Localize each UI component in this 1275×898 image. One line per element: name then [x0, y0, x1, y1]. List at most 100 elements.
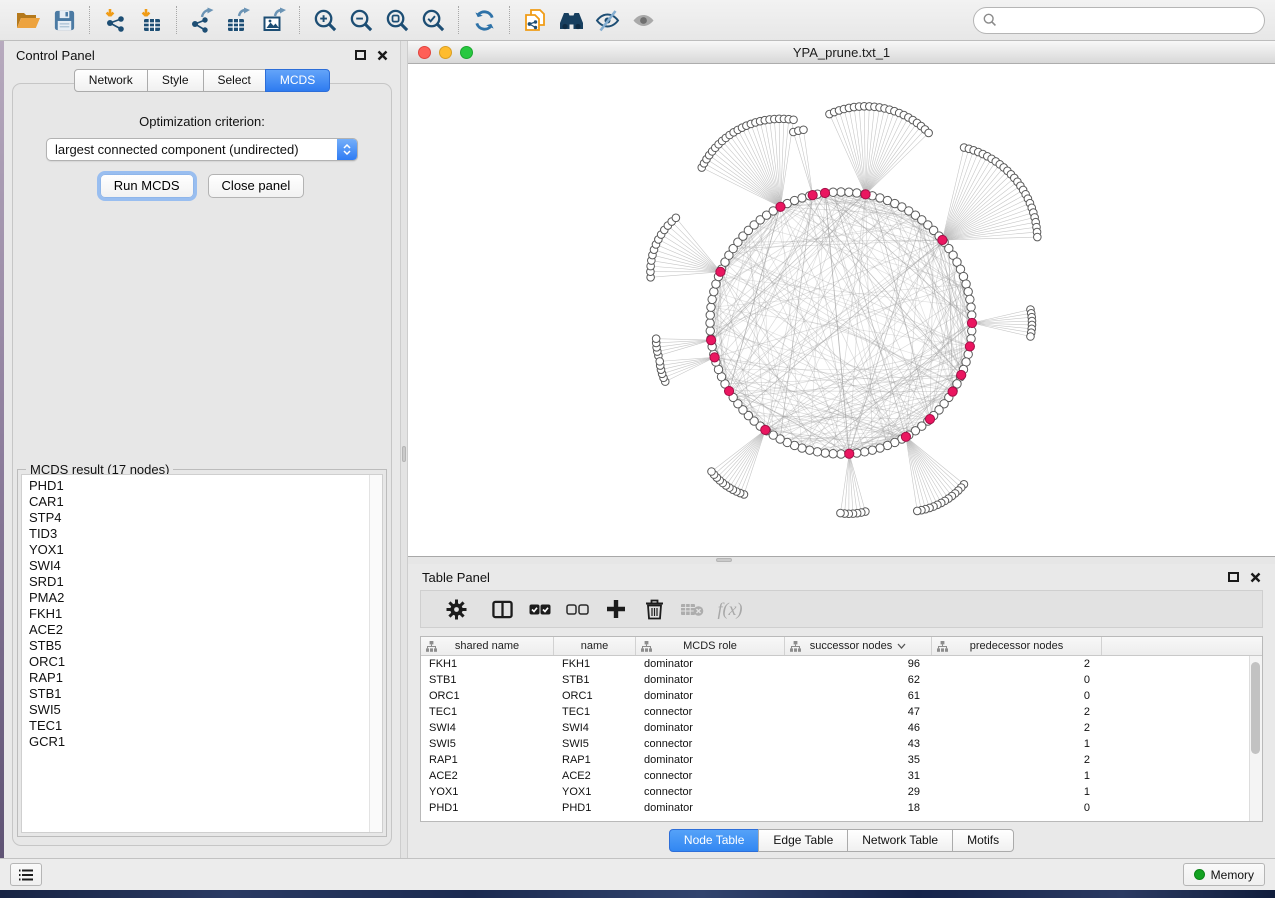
tab-node-table[interactable]: Node Table — [669, 829, 760, 852]
show-all-button[interactable] — [625, 5, 661, 35]
mcds-result-item[interactable]: STB1 — [29, 686, 362, 702]
splitter-grip[interactable] — [402, 446, 406, 462]
column-header-successor-nodes[interactable]: successor nodes — [785, 637, 932, 655]
search-input[interactable] — [1003, 13, 1255, 28]
tab-network[interactable]: Network — [74, 69, 148, 92]
table-scrollbar[interactable] — [1249, 656, 1262, 821]
toolbar-separator — [89, 6, 90, 34]
column-header-shared-name[interactable]: shared name — [421, 637, 554, 655]
mcds-result-item[interactable]: CAR1 — [29, 494, 362, 510]
table-row[interactable]: RAP1RAP1dominator352 — [421, 752, 1262, 768]
create-column-button[interactable] — [597, 594, 635, 624]
import-table-icon — [138, 7, 164, 33]
column-header-MCDS-role[interactable]: MCDS role — [636, 637, 785, 655]
first-neighbors-button[interactable] — [553, 5, 589, 35]
zoom-selected-button[interactable] — [415, 5, 451, 35]
eye-icon — [630, 7, 657, 34]
horizontal-splitter[interactable] — [408, 557, 1275, 564]
mcds-result-item[interactable]: RAP1 — [29, 670, 362, 686]
vertical-splitter[interactable] — [400, 41, 408, 858]
mcds-result-item[interactable]: TID3 — [29, 526, 362, 542]
import-network-button[interactable] — [97, 5, 133, 35]
zoom-fit-button[interactable] — [379, 5, 415, 35]
table-row[interactable]: TEC1TEC1connector472 — [421, 704, 1262, 720]
mcds-result-item[interactable]: ACE2 — [29, 622, 362, 638]
trash-icon — [645, 599, 664, 620]
attribute-tree-icon — [426, 641, 437, 652]
deselect-all-button[interactable] — [559, 594, 597, 624]
tab-mcds[interactable]: MCDS — [265, 69, 330, 92]
table-panel: Table Panel — [408, 564, 1275, 858]
hide-selected-button[interactable] — [589, 5, 625, 35]
table-row[interactable]: FKH1FKH1dominator962 — [421, 656, 1262, 672]
function-builder-button[interactable]: f(x) — [711, 594, 749, 624]
network-graph[interactable] — [408, 64, 1273, 556]
mcds-result-item[interactable]: STP4 — [29, 510, 362, 526]
table-row[interactable]: SWI5SWI5connector431 — [421, 736, 1262, 752]
table-row[interactable]: STB1STB1dominator620 — [421, 672, 1262, 688]
select-all-button[interactable] — [521, 594, 559, 624]
import-table-button[interactable] — [133, 5, 169, 35]
window-minimize-button[interactable] — [439, 46, 452, 59]
tab-style[interactable]: Style — [147, 69, 204, 92]
mcds-result-item[interactable]: TEC1 — [29, 718, 362, 734]
mcds-result-item[interactable]: YOX1 — [29, 542, 362, 558]
table-row[interactable]: SWI4SWI4dominator462 — [421, 720, 1262, 736]
close-panel-icon[interactable] — [377, 50, 388, 61]
delete-column-button[interactable] — [635, 594, 673, 624]
window-close-button[interactable] — [418, 46, 431, 59]
close-panel-icon[interactable] — [1250, 572, 1261, 583]
mcds-result-item[interactable]: SWI5 — [29, 702, 362, 718]
scrollbar-thumb[interactable] — [1251, 662, 1260, 754]
node-table: shared namenameMCDS rolesuccessor nodesp… — [420, 636, 1263, 822]
run-mcds-button[interactable]: Run MCDS — [100, 174, 194, 198]
criterion-select[interactable]: largest connected component (undirected) — [46, 138, 358, 161]
delete-table-button[interactable] — [673, 594, 711, 624]
mcds-result-item[interactable]: ORC1 — [29, 654, 362, 670]
mcds-result-item[interactable]: FKH1 — [29, 606, 362, 622]
export-image-button[interactable] — [256, 5, 292, 35]
mcds-result-item[interactable]: STB5 — [29, 638, 362, 654]
tab-network-table[interactable]: Network Table — [847, 829, 953, 852]
table-row[interactable]: PHD1PHD1dominator180 — [421, 800, 1262, 816]
mcds-result-item[interactable]: GCR1 — [29, 734, 362, 750]
close-panel-button[interactable]: Close panel — [208, 174, 305, 198]
table-row[interactable]: ACE2ACE2connector311 — [421, 768, 1262, 784]
column-header-predecessor-nodes[interactable]: predecessor nodes — [932, 637, 1102, 655]
open-file-button[interactable] — [10, 5, 46, 35]
main-toolbar — [0, 0, 1275, 41]
clone-network-button[interactable] — [517, 5, 553, 35]
zoom-in-button[interactable] — [307, 5, 343, 35]
save-session-button[interactable] — [46, 5, 82, 35]
splitter-grip[interactable] — [716, 558, 732, 562]
tab-edge-table[interactable]: Edge Table — [758, 829, 848, 852]
apply-layout-button[interactable] — [466, 5, 502, 35]
float-panel-icon[interactable] — [355, 50, 366, 60]
mcds-result-item[interactable]: PMA2 — [29, 590, 362, 606]
search-field[interactable] — [973, 7, 1265, 34]
zoom-out-button[interactable] — [343, 5, 379, 35]
table-settings-button[interactable] — [437, 594, 475, 624]
float-panel-icon[interactable] — [1228, 572, 1239, 582]
memory-button[interactable]: Memory — [1183, 863, 1265, 886]
mcds-result-group: MCDS result (17 nodes) PHD1CAR1STP4TID3Y… — [17, 469, 387, 837]
table-row[interactable]: ORC1ORC1dominator610 — [421, 688, 1262, 704]
export-table-button[interactable] — [220, 5, 256, 35]
tab-motifs[interactable]: Motifs — [952, 829, 1014, 852]
table-row[interactable]: YOX1YOX1connector291 — [421, 784, 1262, 800]
show-column-button[interactable] — [483, 594, 521, 624]
task-history-button[interactable] — [10, 863, 42, 886]
mcds-result-list: PHD1CAR1STP4TID3YOX1SWI4SRD1PMA2FKH1ACE2… — [22, 475, 369, 832]
window-maximize-button[interactable] — [460, 46, 473, 59]
zoom-out-icon — [349, 8, 374, 33]
mcds-result-item[interactable]: PHD1 — [29, 478, 362, 494]
column-header-name[interactable]: name — [554, 637, 636, 655]
export-network-button[interactable] — [184, 5, 220, 35]
network-window-titlebar[interactable]: YPA_prune.txt_1 — [408, 41, 1275, 64]
mcds-result-item[interactable]: SWI4 — [29, 558, 362, 574]
tab-select[interactable]: Select — [203, 69, 266, 92]
combo-stepper-icon[interactable] — [337, 139, 357, 160]
network-canvas[interactable] — [408, 64, 1275, 556]
mcds-result-item[interactable]: SRD1 — [29, 574, 362, 590]
mcds-list-scrollbar[interactable] — [369, 475, 382, 832]
